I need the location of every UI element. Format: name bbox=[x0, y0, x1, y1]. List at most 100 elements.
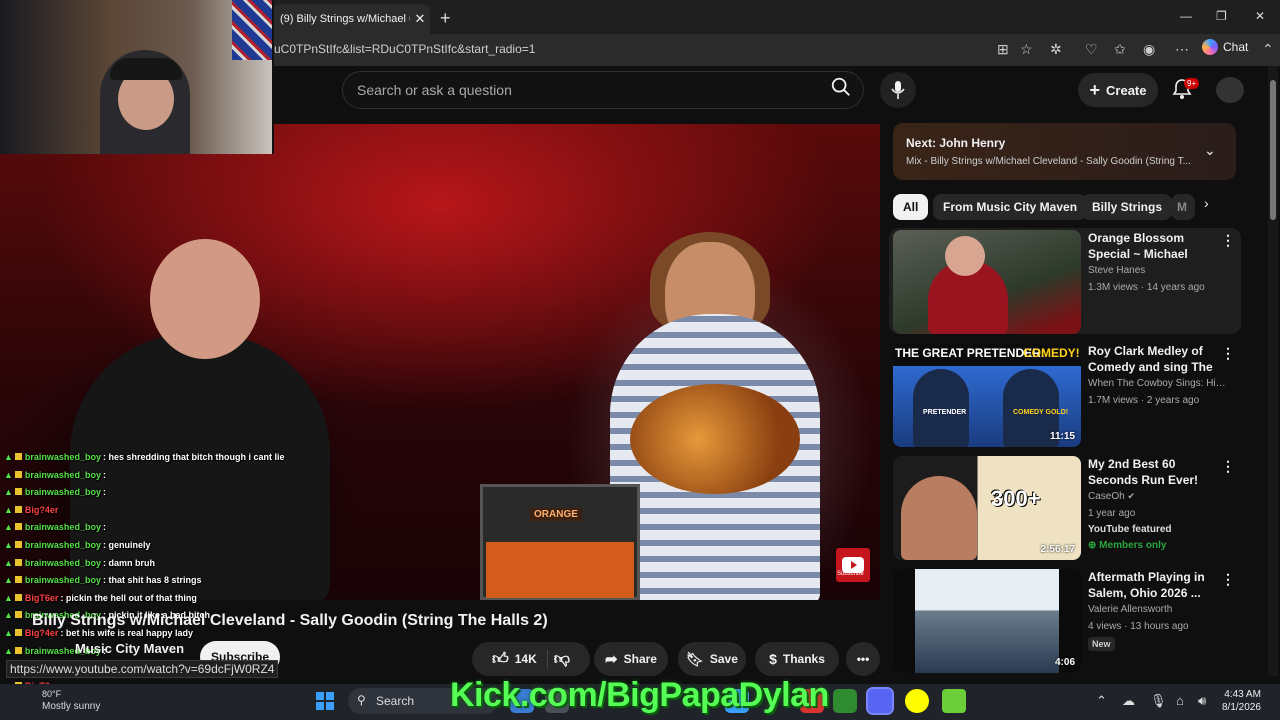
windows-start-icon[interactable] bbox=[316, 692, 334, 710]
minimize-icon[interactable]: — bbox=[1180, 9, 1192, 23]
snapchat-icon[interactable] bbox=[905, 689, 929, 713]
acoustic-guitar bbox=[630, 384, 800, 494]
recommendation-channel[interactable]: Valerie Allensworth bbox=[1088, 604, 1228, 615]
favorites-icon[interactable]: ✩ bbox=[1114, 41, 1126, 58]
sidebar-toggle-icon[interactable]: ⌃ bbox=[1262, 41, 1274, 58]
apps-icon[interactable]: ⊞ bbox=[997, 41, 1009, 58]
like-button[interactable]: 👍︎ 14K bbox=[492, 649, 548, 669]
bookmark-icon: 🔖︎ bbox=[686, 650, 704, 667]
chat-username: Big?4er bbox=[24, 504, 59, 515]
chevron-right-icon[interactable]: › bbox=[1204, 195, 1209, 211]
chat-username: brainwashed_boy bbox=[24, 469, 101, 480]
network-icon[interactable]: ⌂ bbox=[1176, 693, 1184, 708]
search-button[interactable] bbox=[830, 76, 860, 104]
tab-close-icon[interactable]: ✕ bbox=[410, 11, 430, 27]
chevron-down-icon[interactable]: ⌄ bbox=[1204, 142, 1216, 159]
more-options-icon[interactable]: ⋯ bbox=[1175, 41, 1189, 58]
create-button[interactable]: + Create bbox=[1078, 73, 1158, 107]
chip-all[interactable]: All bbox=[893, 194, 929, 220]
recommendation-card[interactable]: 300+ 2:56:17 My 2nd Best 60 Seconds Run … bbox=[889, 454, 1241, 560]
profile-icon[interactable]: ◉ bbox=[1143, 41, 1155, 58]
recommendation-card[interactable]: 4:06 Aftermath Playing in Salem, Ohio 20… bbox=[889, 567, 1241, 675]
chat-username: brainwashed_boy bbox=[24, 452, 101, 462]
copilot-chat-button[interactable]: Chat bbox=[1202, 39, 1248, 55]
more-vertical-icon[interactable]: ⋮ bbox=[1221, 571, 1235, 588]
video-title: Billy Strings w/Michael Cleveland - Sall… bbox=[32, 612, 548, 629]
weather-widget[interactable]: Mostly sunny bbox=[42, 701, 100, 712]
recommendation-channel[interactable]: Steve Hanes bbox=[1088, 265, 1228, 276]
thanks-button[interactable]: $ Thanks bbox=[755, 642, 839, 676]
window-close-icon[interactable]: ✕ bbox=[1255, 9, 1265, 23]
chat-text: : damn bruh bbox=[102, 557, 155, 568]
extensions-icon[interactable]: ✲ bbox=[1050, 41, 1062, 58]
chat-sub-badge-icon bbox=[14, 488, 22, 496]
scrollbar-thumb[interactable] bbox=[1270, 80, 1276, 220]
search-icon: ⚲ bbox=[357, 693, 366, 707]
discord-icon[interactable] bbox=[866, 687, 894, 715]
video-thumbnail[interactable]: 4:06 bbox=[893, 569, 1081, 673]
clock-date: 8/1/2026 bbox=[1222, 702, 1261, 713]
recommendation-title[interactable]: Orange Blossom Special ~ Michael Clevela… bbox=[1088, 230, 1223, 262]
save-label: Save bbox=[709, 652, 738, 666]
video-thumbnail[interactable] bbox=[893, 230, 1081, 334]
chip-more[interactable]: M bbox=[1171, 194, 1195, 220]
recommendation-channel[interactable]: When The Cowboy Sings: Histo... bbox=[1088, 378, 1228, 389]
chat-message: ▲ BigT6er: pickin the hell out of that th… bbox=[4, 593, 197, 603]
new-tab-icon[interactable]: + bbox=[440, 8, 451, 29]
chat-username: brainwashed_boy bbox=[24, 540, 101, 550]
url-field[interactable]: uC0TPnStIfc&list=RDuC0TPnStIfc&start_rad… bbox=[274, 42, 535, 56]
maximize-icon[interactable]: ❐ bbox=[1216, 9, 1227, 23]
thumbnail-scene bbox=[915, 569, 1059, 673]
account-avatar[interactable] bbox=[1216, 77, 1244, 103]
favorite-star-icon[interactable]: ☆ bbox=[1020, 41, 1033, 58]
verified-check-icon: ✔ bbox=[1127, 491, 1136, 501]
new-badge: New bbox=[1088, 637, 1115, 651]
up-next-subtitle: Mix - Billy Strings w/Michael Cleveland … bbox=[906, 156, 1191, 167]
chip-billy-strings[interactable]: Billy Strings bbox=[1082, 194, 1173, 220]
chat-sub-badge-icon bbox=[14, 646, 22, 654]
chat-sub-badge-icon bbox=[14, 470, 22, 478]
more-vertical-icon[interactable]: ⋮ bbox=[1221, 345, 1235, 362]
chat-username: brainwashed_boy bbox=[24, 522, 101, 533]
chat-badge-icon: ▲ bbox=[4, 469, 13, 480]
taskbar-search-label: Search bbox=[376, 694, 415, 708]
volume-icon[interactable]: 🔊︎ bbox=[1198, 693, 1206, 709]
chat-username: brainwashed_boy bbox=[24, 487, 101, 498]
dislike-button[interactable]: 👎︎ bbox=[554, 650, 570, 669]
like-count: 14K bbox=[514, 652, 537, 666]
recommendation-meta: 1.3M views · 14 years ago bbox=[1088, 282, 1205, 293]
thanks-label: Thanks bbox=[782, 652, 825, 666]
video-thumbnail[interactable]: 300+ 2:56:17 bbox=[893, 456, 1081, 560]
onedrive-icon[interactable]: ☁ bbox=[1122, 693, 1135, 709]
voice-search-button[interactable] bbox=[880, 72, 916, 108]
recommendation-channel[interactable]: CaseOh ✔ bbox=[1088, 491, 1228, 502]
chat-sub-badge-icon bbox=[14, 611, 22, 619]
recommendation-card[interactable]: THE GREAT PRETENDER: COMEDY! PRETENDER C… bbox=[889, 341, 1241, 447]
up-next-panel[interactable] bbox=[893, 123, 1236, 180]
chat-username: brainwashed_boy bbox=[24, 575, 101, 586]
recommendation-title[interactable]: Aftermath Playing in Salem, Ohio 2026 ..… bbox=[1088, 569, 1223, 601]
taskbar-app-icon[interactable] bbox=[942, 689, 966, 713]
recommendation-title[interactable]: My 2nd Best 60 Seconds Run Ever! bbox=[1088, 456, 1223, 488]
video-duration: 4:06 bbox=[1054, 657, 1075, 668]
system-clock[interactable]: 4:43 AM 8/1/2026 bbox=[1222, 688, 1261, 714]
share-icon: ➦ bbox=[605, 651, 618, 668]
more-actions-button[interactable]: ••• bbox=[846, 642, 880, 676]
search-input[interactable]: Search or ask a question bbox=[342, 71, 864, 109]
browser-essentials-icon[interactable]: ♡ bbox=[1085, 41, 1098, 58]
more-vertical-icon[interactable]: ⋮ bbox=[1221, 232, 1235, 249]
tray-overflow-icon[interactable]: ⌃ bbox=[1096, 693, 1107, 709]
chat-badge-icon: ▲ bbox=[4, 575, 13, 586]
save-button[interactable]: 🔖︎ Save bbox=[678, 642, 746, 676]
microphone-tray-icon[interactable]: 🎙︎ bbox=[1150, 693, 1167, 709]
more-vertical-icon[interactable]: ⋮ bbox=[1221, 458, 1235, 475]
video-thumbnail[interactable]: THE GREAT PRETENDER: COMEDY! PRETENDER C… bbox=[893, 343, 1081, 447]
weather-temperature[interactable]: 80°F bbox=[42, 689, 61, 699]
chip-from-channel[interactable]: From Music City Maven bbox=[933, 194, 1088, 220]
channel-name[interactable]: Music City Maven bbox=[75, 641, 184, 656]
xbox-icon[interactable] bbox=[833, 689, 857, 713]
browser-tab[interactable]: (9) Billy Strings w/Michael Cle ✕ bbox=[272, 4, 430, 34]
share-button[interactable]: ➦ Share bbox=[594, 642, 668, 676]
recommendation-card[interactable]: Orange Blossom Special ~ Michael Clevela… bbox=[889, 228, 1241, 334]
recommendation-title[interactable]: Roy Clark Medley of Comedy and sing The … bbox=[1088, 343, 1223, 375]
